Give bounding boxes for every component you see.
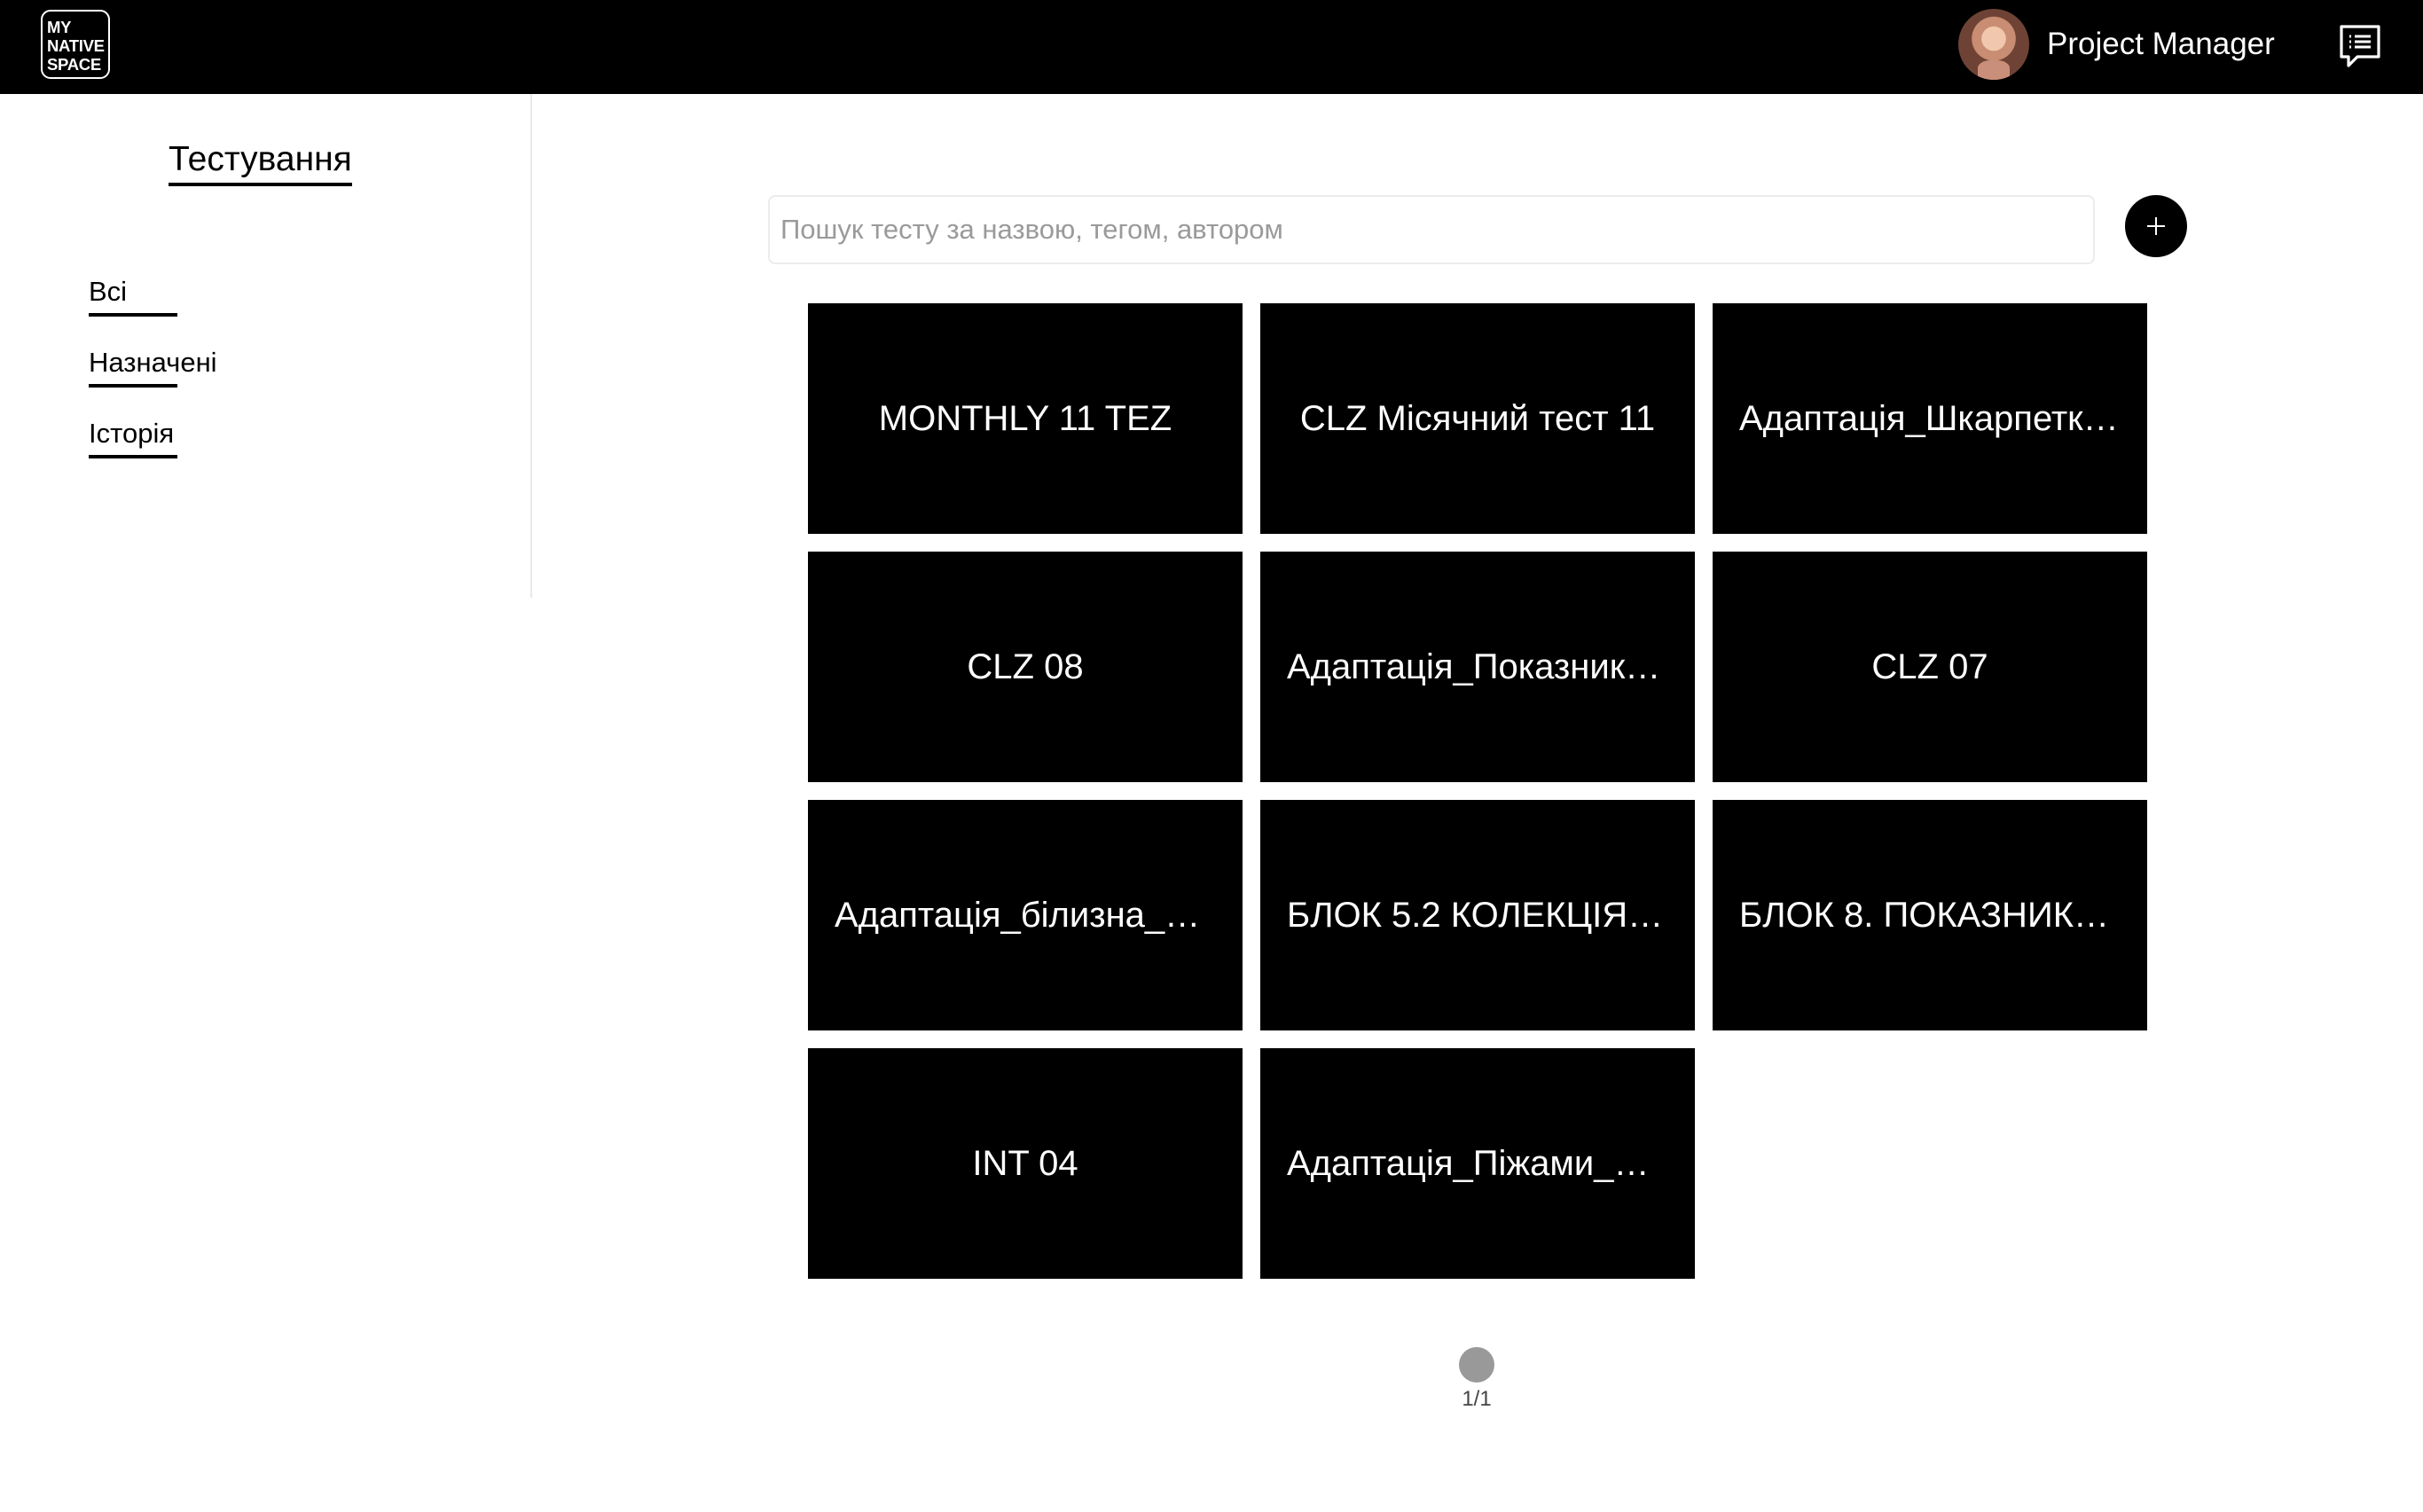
test-card-title: Адаптація_Шкарпетки_Показники [1739, 399, 2121, 438]
logo-line-2: NATIVE [47, 36, 105, 55]
user-role-label[interactable]: Project Manager [2047, 25, 2275, 64]
page-counter: 1/1 [1462, 1387, 1492, 1411]
test-card-title: CLZ 07 [1871, 647, 1988, 686]
test-card[interactable]: Адаптація_білизна_Показники [808, 800, 1243, 1030]
test-card-title: Адаптація_білизна_Показники [835, 896, 1216, 935]
test-card-title: БЛОК 8. ПОКАЗНИКИ ПРОДАЖІВ [1739, 896, 2121, 935]
user-avatar[interactable] [1958, 9, 2029, 80]
top-bar: MY NATIVE SPACE Project Manager [0, 0, 2423, 94]
test-card[interactable]: INT 04 [808, 1048, 1243, 1279]
page-indicator-dot[interactable] [1459, 1347, 1494, 1383]
sidebar: Тестування Всі Назначені Історія [0, 94, 532, 598]
add-test-button[interactable] [2125, 195, 2187, 257]
test-card[interactable]: Адаптація_Шкарпетки_Показники [1713, 303, 2147, 534]
logo-line-1: MY [47, 18, 72, 36]
test-card[interactable]: CLZ Місячний тест 11 [1260, 303, 1695, 534]
test-card[interactable]: Адаптація_Піжами_Показники [1260, 1048, 1695, 1279]
test-card[interactable]: MONTHLY 11 TEZ [808, 303, 1243, 534]
test-card-title: Адаптація_Піжами_Показники [1287, 1144, 1668, 1183]
test-card[interactable]: CLZ 08 [808, 552, 1243, 782]
logo-line-3: SPACE [47, 55, 101, 74]
chat-bubble-icon [2340, 25, 2380, 67]
search-input[interactable] [768, 195, 2095, 264]
test-card[interactable]: Адаптація_Показники_Продажів [1260, 552, 1695, 782]
test-card-title: Адаптація_Показники_Продажів [1287, 647, 1668, 686]
sidebar-item-history[interactable]: Історія [89, 416, 178, 458]
sidebar-title: Тестування [169, 138, 352, 186]
test-card[interactable]: БЛОК 5.2 КОЛЕКЦІЯ ІНТЕРНЕТ [1260, 800, 1695, 1030]
test-card-title: БЛОК 5.2 КОЛЕКЦІЯ ІНТЕРНЕТ [1287, 896, 1668, 935]
my-native-space-logo[interactable]: MY NATIVE SPACE [41, 10, 110, 79]
test-card[interactable]: CLZ 07 [1713, 552, 2147, 782]
sidebar-item-assigned[interactable]: Назначені [89, 345, 217, 388]
test-card-title: MONTHLY 11 TEZ [878, 399, 1172, 438]
test-card[interactable]: БЛОК 8. ПОКАЗНИКИ ПРОДАЖІВ [1713, 800, 2147, 1030]
test-card-title: CLZ Місячний тест 11 [1299, 399, 1656, 438]
sidebar-item-all[interactable]: Всі [89, 274, 178, 317]
chat-icon[interactable] [2338, 23, 2382, 71]
test-card-title: INT 04 [972, 1144, 1078, 1183]
test-card-title: CLZ 08 [967, 647, 1084, 686]
